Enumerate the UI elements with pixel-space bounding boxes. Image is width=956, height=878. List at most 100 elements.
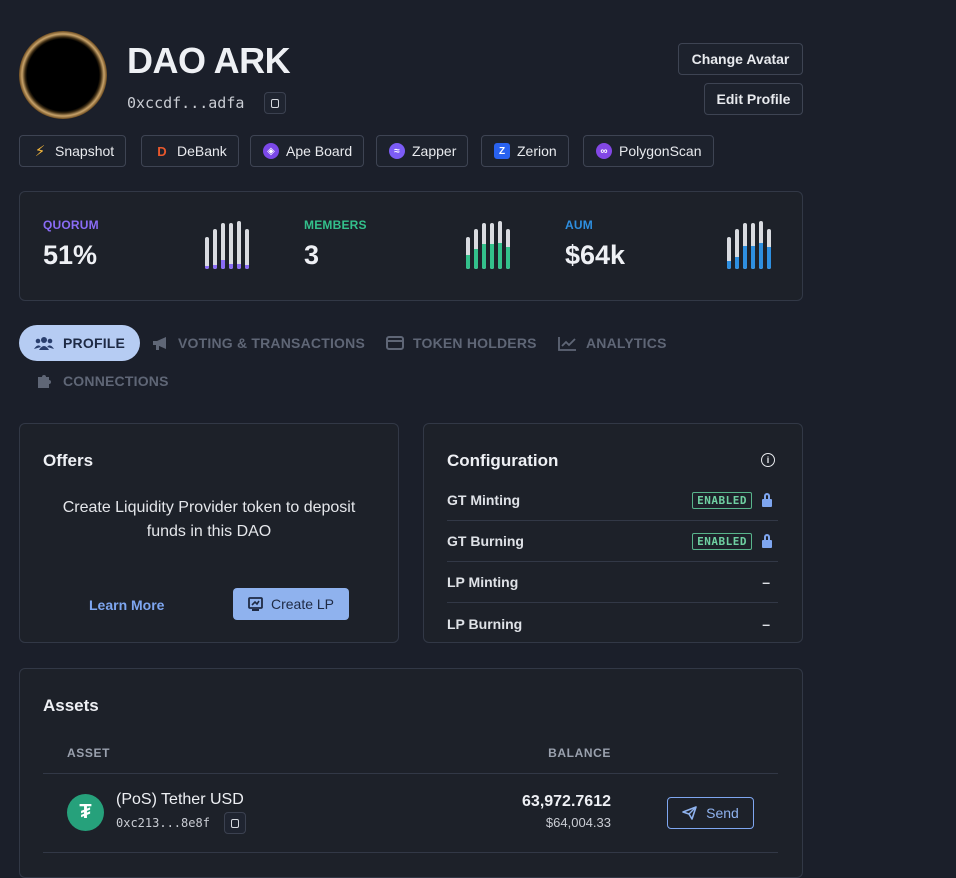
- stat-bar: [490, 223, 494, 269]
- config-row-lp-burning: LP Burning –: [447, 603, 778, 644]
- tab-connections[interactable]: CONNECTIONS: [37, 372, 169, 389]
- stat-bar: [237, 221, 241, 269]
- config-value: –: [762, 615, 770, 632]
- snapshot-link[interactable]: ⚡ Snapshot: [19, 135, 127, 167]
- polygonscan-link[interactable]: ∞ PolygonScan: [583, 135, 714, 167]
- stat-bar: [482, 223, 486, 269]
- stat-bar: [466, 237, 470, 269]
- quorum-value: 51%: [43, 240, 98, 270]
- megaphone-icon: [153, 336, 166, 350]
- copy-address-button[interactable]: [264, 92, 286, 114]
- assets-title: Assets: [43, 696, 99, 715]
- zerion-icon: Z: [494, 143, 510, 159]
- tab-profile[interactable]: PROFILE: [19, 325, 141, 361]
- lightning-icon: ⚡: [34, 143, 46, 160]
- config-value: –: [762, 574, 770, 590]
- quorum-label: QUORUM: [43, 218, 99, 232]
- configuration-title: Configuration: [447, 451, 559, 470]
- aum-value: $64k: [565, 240, 626, 270]
- offers-description: Create Liquidity Provider token to depos…: [62, 499, 356, 540]
- zapper-link[interactable]: ≈ Zapper: [376, 135, 469, 167]
- copy-asset-address-button[interactable]: [224, 812, 246, 834]
- copy-icon: [271, 98, 279, 108]
- users-icon: [34, 337, 54, 350]
- status-badge: ENABLED: [692, 532, 752, 550]
- tab-analytics[interactable]: ANALYTICS: [558, 335, 667, 351]
- table-row: ₮ (PoS) Tether USD 0xc213...8e8f 63,972.…: [43, 774, 778, 852]
- stat-bar: [221, 223, 225, 269]
- stat-bar: [229, 223, 233, 269]
- config-label: LP Burning: [447, 615, 523, 632]
- status-badge: ENABLED: [692, 491, 752, 509]
- debank-link[interactable]: D DeBank: [141, 135, 239, 167]
- zapper-icon: ≈: [389, 143, 405, 159]
- debank-link-label: DeBank: [177, 143, 227, 159]
- zerion-link[interactable]: Z Zerion: [481, 135, 569, 167]
- stats-card: [19, 191, 803, 301]
- offers-title: Offers: [43, 451, 94, 470]
- stat-bar: [759, 221, 763, 269]
- stat-bar: [506, 229, 510, 269]
- ape-board-icon: ◈: [263, 143, 279, 159]
- tab-voting-transactions[interactable]: VOTING & TRANSACTIONS: [152, 335, 365, 351]
- tether-token-icon: ₮: [67, 794, 104, 831]
- create-lp-icon: [248, 597, 263, 611]
- dao-title: DAO ARK: [127, 40, 291, 81]
- asset-usd-value: $64,004.33: [545, 815, 611, 830]
- config-label: LP Minting: [447, 574, 519, 590]
- stat-bar: [245, 229, 249, 269]
- puzzle-icon: [38, 375, 51, 388]
- polygonscan-link-label: PolygonScan: [619, 143, 702, 159]
- config-row-lp-minting: LP Minting –: [447, 562, 778, 603]
- edit-profile-button[interactable]: Edit Profile: [704, 83, 803, 115]
- config-row-gt-minting: GT Minting ENABLED: [447, 480, 778, 521]
- dao-address: 0xccdf...adfa: [127, 94, 245, 112]
- zapper-link-label: Zapper: [412, 143, 457, 159]
- send-icon: [682, 806, 697, 820]
- tab-token-holders[interactable]: TOKEN HOLDERS: [386, 335, 537, 351]
- quorum-bars: [205, 221, 249, 269]
- tab-analytics-label: ANALYTICS: [586, 335, 667, 351]
- create-lp-button[interactable]: Create LP: [233, 588, 349, 620]
- debank-icon: D: [157, 143, 167, 159]
- members-label: MEMBERS: [304, 218, 367, 232]
- asset-balance: 63,972.7612: [522, 793, 611, 810]
- asset-address: 0xc213...8e8f: [116, 816, 210, 830]
- stat-bar: [751, 223, 755, 269]
- stat-bar: [735, 229, 739, 269]
- stat-bar: [498, 221, 502, 269]
- column-balance: BALANCE: [548, 746, 611, 760]
- change-avatar-button[interactable]: Change Avatar: [678, 43, 803, 75]
- wallet-icon: [386, 336, 404, 350]
- unlock-icon: [762, 533, 772, 548]
- polygon-icon: ∞: [596, 143, 612, 159]
- tab-voting-label: VOTING & TRANSACTIONS: [178, 335, 365, 351]
- config-label: GT Minting: [447, 492, 521, 508]
- aum-bars: [727, 221, 771, 269]
- learn-more-link[interactable]: Learn More: [89, 597, 164, 613]
- send-button[interactable]: Send: [667, 797, 754, 829]
- stat-bar: [213, 229, 217, 269]
- tab-profile-label: PROFILE: [63, 335, 126, 351]
- info-icon[interactable]: i: [761, 453, 775, 467]
- stat-bar: [743, 223, 747, 269]
- table-divider: [43, 852, 778, 853]
- stat-bar: [474, 229, 478, 269]
- ape-board-link-label: Ape Board: [286, 143, 353, 159]
- members-value: 3: [304, 240, 320, 270]
- zerion-link-label: Zerion: [517, 143, 557, 159]
- create-lp-label: Create LP: [270, 596, 335, 612]
- snapshot-link-label: Snapshot: [55, 143, 115, 159]
- stat-bar: [767, 229, 771, 269]
- copy-icon: [231, 818, 239, 828]
- send-label: Send: [706, 805, 739, 821]
- ape-board-link[interactable]: ◈ Ape Board: [250, 135, 365, 167]
- column-asset: ASSET: [67, 746, 111, 760]
- tab-connections-label: CONNECTIONS: [63, 372, 169, 389]
- aum-label: AUM: [565, 218, 593, 232]
- stat-bar: [727, 237, 731, 269]
- asset-name: (PoS) Tether USD: [116, 791, 244, 808]
- tab-token-holders-label: TOKEN HOLDERS: [413, 335, 537, 351]
- config-label: GT Burning: [447, 533, 524, 549]
- dao-avatar: [19, 31, 107, 119]
